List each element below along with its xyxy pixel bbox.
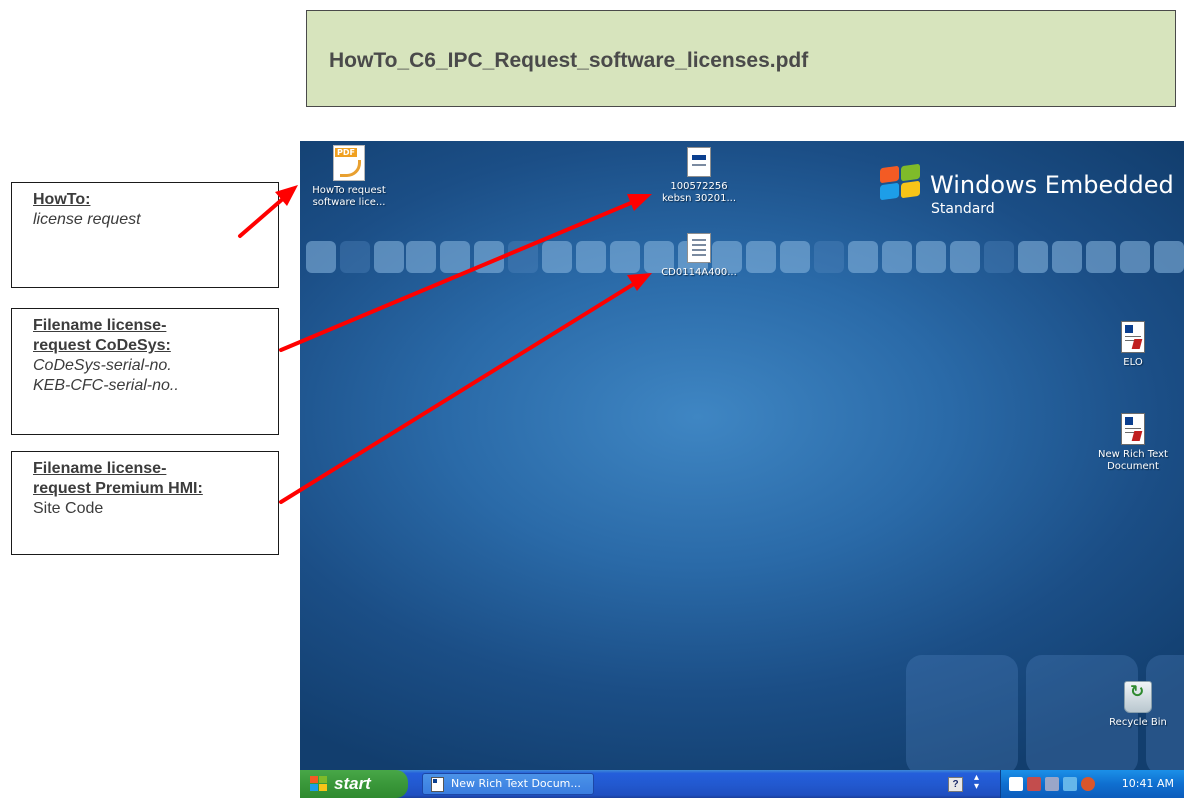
arrow-premium-hmi	[279, 275, 647, 504]
arrowhead	[627, 194, 652, 211]
arrowhead	[627, 273, 652, 291]
annotation-arrows	[238, 185, 652, 504]
arrow-codesys	[279, 195, 647, 352]
